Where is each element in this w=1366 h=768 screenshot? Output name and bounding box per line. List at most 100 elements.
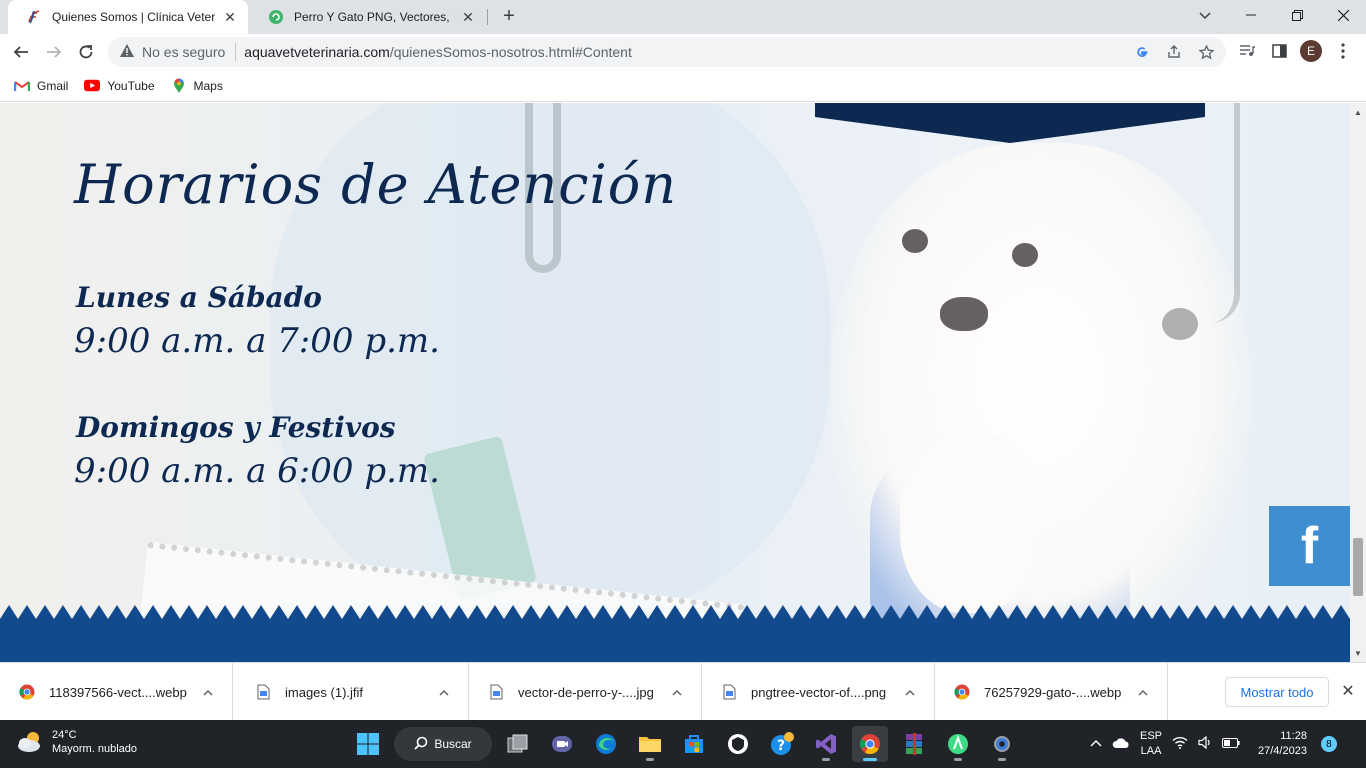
weather-condition: Mayorm. nublado <box>52 743 137 755</box>
download-bar: 118397566-vect....webp images (1).jfif v… <box>0 662 1366 721</box>
media-queue-icon[interactable] <box>1236 40 1258 62</box>
facebook-button[interactable]: f <box>1269 506 1350 586</box>
youtube-icon <box>84 79 101 93</box>
scroll-thumb[interactable] <box>1353 538 1363 596</box>
back-arrow-icon[interactable] <box>8 39 34 65</box>
search-label: Buscar <box>434 737 472 751</box>
running-indicator <box>954 758 962 761</box>
system-tray: ESP LAA 11:28 27/4/2023 8 <box>1090 720 1337 768</box>
scroll-up-arrow-icon[interactable]: ▲ <box>1350 105 1366 119</box>
window-controls <box>1228 0 1366 30</box>
bookmark-label: Gmail <box>37 78 69 93</box>
close-tab-icon[interactable]: ✕ <box>460 9 476 25</box>
google-icon[interactable] <box>1132 42 1152 62</box>
settings-gear-icon[interactable] <box>984 726 1020 762</box>
page-content: Horarios de Atención Lunes a Sábado 9:00… <box>0 103 1350 662</box>
schedule-section: Horarios de Atención Lunes a Sábado 9:00… <box>74 153 678 491</box>
help-icon[interactable]: ? <box>764 726 800 762</box>
close-downloads-icon[interactable]: ✕ <box>1338 681 1358 701</box>
bookmark-maps[interactable]: Maps <box>171 78 223 93</box>
new-tab-button[interactable]: + <box>498 6 520 28</box>
running-indicator <box>998 758 1006 761</box>
show-all-downloads-button[interactable]: Mostrar todo <box>1225 677 1329 707</box>
gmail-icon <box>14 79 30 93</box>
close-window-icon[interactable] <box>1320 0 1366 30</box>
tab-title: Quienes Somos | Clínica Veterina <box>52 10 216 24</box>
onedrive-cloud-icon[interactable] <box>1112 737 1130 752</box>
menu-kebab-icon[interactable] <box>1332 40 1354 62</box>
teams-chat-icon[interactable] <box>544 726 580 762</box>
security-shield-icon[interactable] <box>720 726 756 762</box>
file-icon <box>487 683 505 701</box>
chevron-up-icon[interactable] <box>1090 738 1102 750</box>
speaker-icon[interactable] <box>1198 735 1212 752</box>
chevron-up-icon[interactable] <box>196 685 220 699</box>
download-filename: pngtree-vector-of....png <box>751 684 887 700</box>
download-filename: 118397566-vect....webp <box>49 684 187 700</box>
bookmark-label: YouTube <box>107 78 155 93</box>
windows-taskbar: 24°C Mayorm. nublado Buscar ? ESP LAA 11… <box>0 720 1366 768</box>
security-label[interactable]: No es seguro <box>142 44 225 60</box>
reload-icon[interactable] <box>73 39 99 65</box>
chrome-taskbar-icon[interactable] <box>852 726 888 762</box>
android-studio-icon[interactable] <box>940 726 976 762</box>
schedule-days: Domingos y Festivos <box>76 411 396 444</box>
restore-icon[interactable] <box>1274 0 1320 30</box>
task-view-icon[interactable] <box>500 726 536 762</box>
download-item[interactable]: 118397566-vect....webp <box>0 663 233 721</box>
download-filename: vector-de-perro-y-....jpg <box>518 684 654 700</box>
bookmark-gmail[interactable]: Gmail <box>14 79 68 93</box>
warning-triangle-icon[interactable] <box>120 44 134 60</box>
file-icon <box>254 683 272 701</box>
file-explorer-icon[interactable] <box>632 726 668 762</box>
download-item[interactable]: vector-de-perro-y-....jpg <box>469 663 702 721</box>
bookmark-star-icon[interactable] <box>1196 42 1216 62</box>
winrar-icon[interactable] <box>896 726 932 762</box>
wifi-icon[interactable] <box>1172 736 1188 752</box>
download-item[interactable]: pngtree-vector-of....png <box>702 663 935 721</box>
weather-widget[interactable]: 24°C Mayorm. nublado <box>16 728 137 756</box>
clock-date: 27/4/2023 <box>1258 745 1307 757</box>
weather-temp: 24°C <box>52 729 77 741</box>
close-tab-icon[interactable]: ✕ <box>222 9 238 25</box>
chevron-up-icon[interactable] <box>898 685 922 699</box>
address-bar[interactable]: No es seguro aquavetveterinaria.com/quie… <box>108 37 1226 67</box>
download-item[interactable]: images (1).jfif <box>236 663 469 721</box>
chevron-up-icon[interactable] <box>432 685 456 699</box>
side-panel-icon[interactable] <box>1268 40 1290 62</box>
download-item[interactable]: 76257929-gato-....webp <box>935 663 1168 721</box>
tab-separator <box>487 9 488 25</box>
tab-quienes-somos[interactable]: Quienes Somos | Clínica Veterina ✕ <box>8 0 248 34</box>
chevron-up-icon[interactable] <box>665 685 689 699</box>
bookmark-youtube[interactable]: YouTube <box>84 78 155 93</box>
visual-studio-icon[interactable] <box>808 726 844 762</box>
profile-avatar[interactable]: E <box>1300 40 1322 62</box>
system-clock[interactable]: 11:28 27/4/2023 <box>1258 729 1307 759</box>
weather-text: 24°C Mayorm. nublado <box>52 728 137 756</box>
schedule-days: Lunes a Sábado <box>76 281 322 314</box>
tab-perro-y-gato[interactable]: Perro Y Gato PNG, Vectores, PSD ✕ <box>250 0 486 34</box>
share-icon[interactable] <box>1164 42 1184 62</box>
bookmark-label: Maps <box>193 78 223 93</box>
page-scrollbar[interactable]: ▲ ▼ <box>1350 103 1366 662</box>
windows-start-icon[interactable] <box>350 726 386 762</box>
facebook-icon: f <box>1300 517 1319 575</box>
edge-browser-icon[interactable] <box>588 726 624 762</box>
chrome-icon <box>953 683 971 701</box>
pngtree-icon <box>268 9 284 25</box>
forward-arrow-icon[interactable] <box>41 39 67 65</box>
download-filename: 76257929-gato-....webp <box>984 684 1122 700</box>
battery-icon[interactable] <box>1222 737 1240 751</box>
scroll-down-arrow-icon[interactable]: ▼ <box>1350 646 1366 660</box>
taskbar-search-button[interactable]: Buscar <box>394 727 492 761</box>
chevron-up-icon[interactable] <box>1131 685 1155 699</box>
microsoft-store-icon[interactable] <box>676 726 712 762</box>
language-indicator[interactable]: ESP LAA <box>1140 729 1162 759</box>
chrome-icon <box>18 683 36 701</box>
schedule-heading: Horarios de Atención <box>74 153 678 216</box>
tab-title: Perro Y Gato PNG, Vectores, PSD <box>294 10 454 24</box>
minimize-icon[interactable] <box>1228 0 1274 30</box>
notification-badge[interactable]: 8 <box>1320 736 1337 752</box>
tab-search-icon[interactable] <box>1194 6 1216 26</box>
url-text[interactable]: aquavetveterinaria.com/quienesSomos-noso… <box>244 44 632 60</box>
